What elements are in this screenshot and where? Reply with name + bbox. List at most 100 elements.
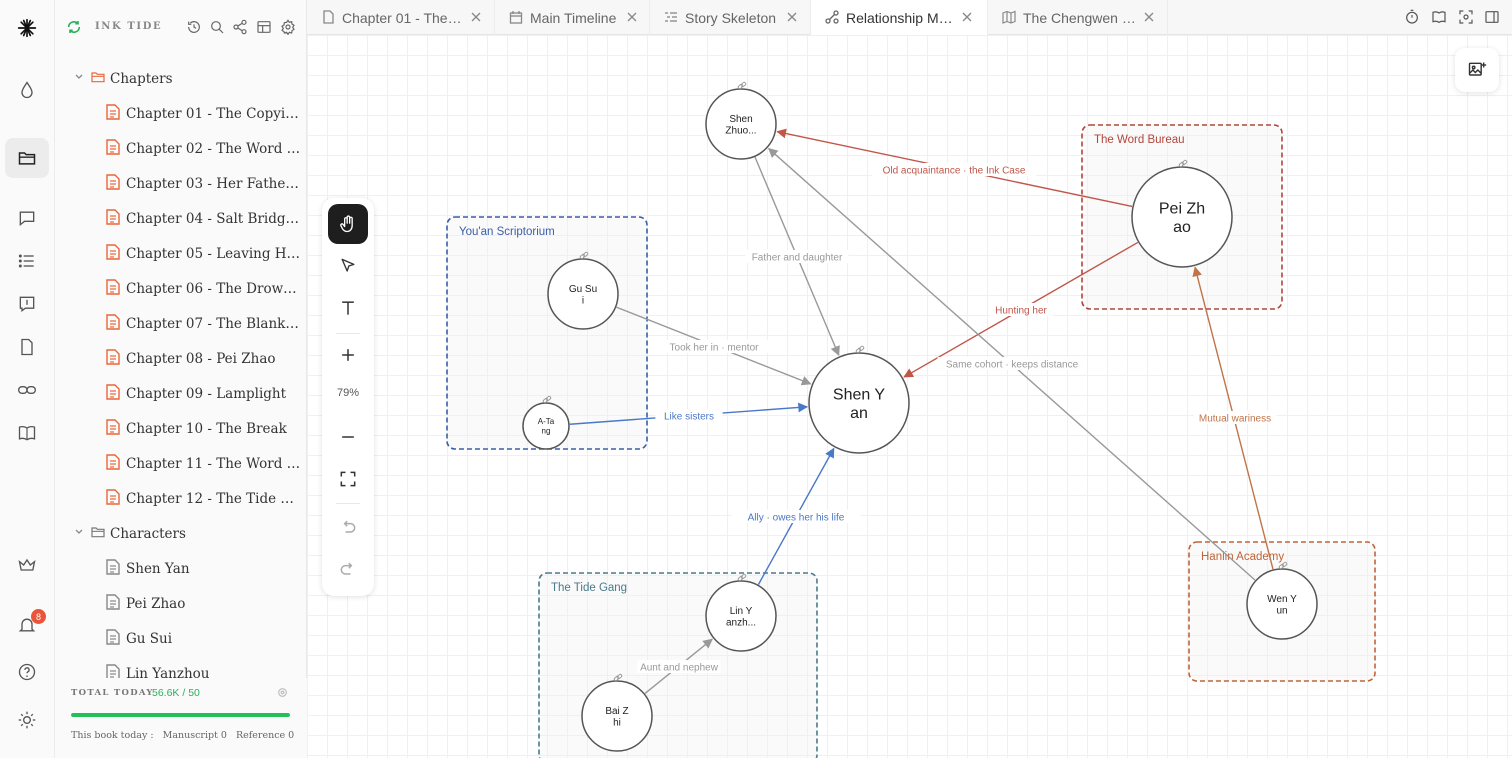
book-icon[interactable] [5,413,49,453]
folder-icon[interactable] [5,138,49,178]
chevron-down-icon[interactable] [74,527,84,537]
chapter-item[interactable]: Chapter 11 - The Word Furnace [55,447,307,477]
file-icon[interactable] [5,327,49,367]
settings-icon[interactable] [280,19,296,36]
relationship-edge[interactable]: Mutual wariness [1192,266,1277,570]
chapter-item[interactable]: Chapter 06 - The Drowned Ledger [55,272,307,302]
chapter-label: Chapter 04 - Salt Bridge Night [126,211,302,227]
chapter-item[interactable]: Chapter 08 - Pei Zhao [55,342,307,372]
chapter-item[interactable]: Chapter 03 - Her Father's Case [55,167,307,197]
export-image-button[interactable] [1455,48,1499,92]
tab-story-skeleton[interactable]: Story Skeleton [650,0,811,35]
tab-relationship-map[interactable]: Relationship Map [811,0,988,36]
layout-icon[interactable] [256,19,272,35]
zoom-out-button[interactable] [328,417,368,457]
focus-icon[interactable] [1458,9,1474,25]
panel-toggle-icon[interactable] [1484,9,1500,25]
canvas-toolbar: 79% [322,198,374,596]
tab-label: Chapter 01 - The Copyist Girl [342,10,463,26]
edge-label: Old acquaintance · the Ink Case [883,166,1026,177]
tab-main-timeline[interactable]: Main Timeline [495,0,650,35]
close-icon[interactable] [961,11,973,23]
plus-icon [342,349,354,361]
outline-icon [665,12,677,22]
document-icon [106,139,120,155]
edge-label: Took her in · mentor [670,343,760,354]
close-icon[interactable] [470,11,482,23]
document-icon [106,314,120,330]
document-icon [106,349,120,365]
chapter-item[interactable]: Chapter 12 - The Tide Rises [55,482,307,512]
relationship-map-canvas[interactable]: You'an Scriptorium The Word Bureau The Tid… [307,35,1512,758]
chapter-item[interactable]: Chapter 04 - Salt Bridge Night [55,202,307,232]
relationship-edge[interactable]: Ally · owes her his life [731,447,861,585]
document-icon [106,559,120,575]
character-item[interactable]: Shen Yan [55,552,307,582]
tab-the-chengwen-capital[interactable]: The Chengwen Capital [988,0,1168,35]
minus-icon [342,436,354,438]
map-icon [1002,10,1016,24]
relationship-edge[interactable]: Father and daughter [745,156,849,357]
folder-characters[interactable]: Characters [55,517,307,547]
reading-icon[interactable] [1431,9,1447,25]
character-item[interactable]: Pei Zhao [55,587,307,617]
character-node-shenyan[interactable]: Shen Y an [808,345,910,454]
note-icon[interactable] [5,284,49,324]
document-icon [106,419,120,435]
close-icon[interactable] [786,11,798,23]
document-icon [106,454,120,470]
chapter-item[interactable]: Chapter 05 - Leaving Harbor [55,237,307,267]
sun-icon[interactable] [5,700,49,740]
chapter-item[interactable]: Chapter 07 - The Blank Stele [55,307,307,337]
hand-tool-button[interactable] [328,204,368,244]
chat-icon[interactable] [5,198,49,238]
character-label: Shen Yan [126,561,190,577]
select-tool-button[interactable] [328,246,368,286]
crown-icon[interactable] [5,545,49,585]
droplet-icon[interactable] [5,70,49,110]
tab-bar: Chapter 01 - The Copyist Girl Main Timeli… [307,0,1512,36]
relationship-graph[interactable]: You'an Scriptorium The Word Bureau The Tid… [307,35,1512,758]
node-label: Gu Su [569,284,597,295]
manuscript-count: Manuscript 0 [162,730,227,741]
folder-label: Chapters [110,71,173,87]
character-label: Pei Zhao [126,596,186,612]
chapter-item[interactable]: Chapter 09 - Lamplight [55,377,307,407]
character-item[interactable]: Lin Yanzhou [55,657,307,680]
text-tool-button[interactable] [328,288,368,328]
chapter-item[interactable]: Chapter 02 - The Word Bureau [55,132,307,162]
undo-button[interactable] [328,507,368,547]
chapter-item[interactable]: Chapter 10 - The Break [55,412,307,442]
node-label: hi [613,717,621,728]
share-icon[interactable] [232,19,248,35]
help-icon[interactable] [5,652,49,692]
node-label: Shen [729,114,752,125]
relationship-edge[interactable]: Old acquaintance · the Ink Case [776,128,1133,208]
close-icon[interactable] [626,11,638,23]
character-item[interactable]: Gu Sui [55,622,307,652]
gear-icon[interactable] [276,686,289,699]
search-icon[interactable] [209,19,225,35]
tab-chapter-01-the-copyist-girl[interactable]: Chapter 01 - The Copyist Girl [307,0,495,35]
logo-icon[interactable] [5,8,49,48]
folder-open-icon [91,72,105,83]
node-label: Lin Y [730,606,753,617]
sync-icon[interactable] [66,19,82,35]
list-icon[interactable] [5,241,49,281]
zoom-in-button[interactable] [328,335,368,375]
close-icon[interactable] [1143,11,1155,23]
link-icon[interactable] [5,370,49,410]
progress-fill [71,713,290,717]
fit-view-button[interactable] [328,459,368,499]
redo-button[interactable] [328,549,368,589]
chevron-down-icon[interactable] [74,72,84,82]
today-label: This book today : [71,730,154,741]
timer-icon[interactable] [1404,9,1420,25]
folder-chapters[interactable]: Chapters [55,62,307,92]
character-node-shenzhuo[interactable]: ShenZhuo... [705,81,777,160]
node-label: Zhuo... [725,125,756,136]
chapter-item[interactable]: Chapter 01 - The Copyist Girl [55,97,307,127]
history-icon[interactable] [186,19,202,35]
document-icon [106,384,120,400]
bell-icon[interactable]: 8 [5,605,49,645]
